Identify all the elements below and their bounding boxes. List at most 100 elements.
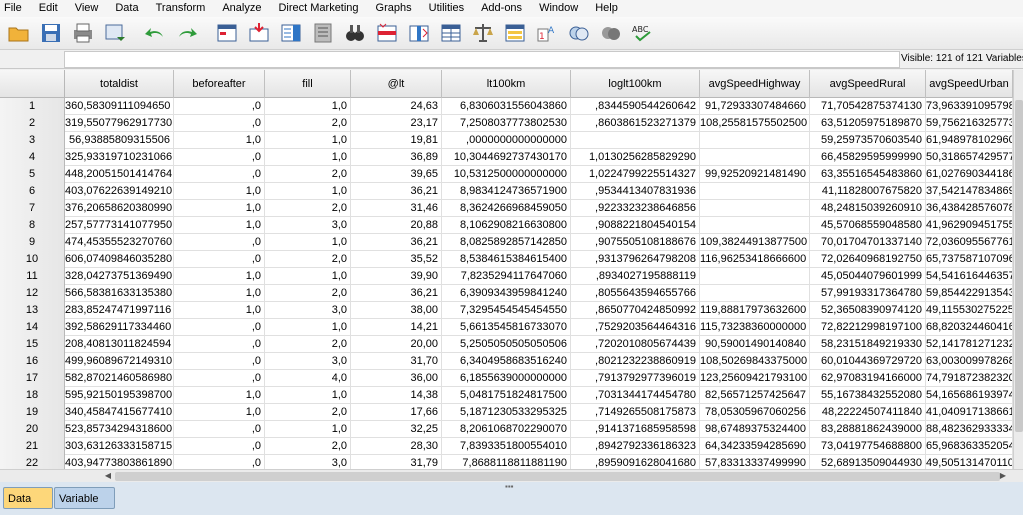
data-cell[interactable]: 2,0 [265, 404, 351, 421]
data-cell[interactable]: ,7031344174454780 [571, 387, 700, 404]
data-cell[interactable]: 403,94773803861890 [65, 455, 174, 469]
data-cell[interactable]: 52,36508390974120 [810, 302, 926, 319]
data-cell[interactable]: ,9223323238646856 [571, 200, 700, 217]
data-cell[interactable]: 448,20051501414764 [65, 166, 174, 183]
data-cell[interactable]: 39,65 [351, 166, 442, 183]
data-cell[interactable]: 72,82212998197100 [810, 319, 926, 336]
menu-analyze[interactable]: Analyze [220, 0, 261, 17]
open-folder-icon[interactable] [4, 19, 34, 47]
data-cell[interactable]: 63,35516545483860 [810, 166, 926, 183]
data-cell[interactable]: ,9088221804540154 [571, 217, 700, 234]
data-cell[interactable]: ,0 [174, 438, 265, 455]
row-number[interactable]: 3 [0, 132, 65, 149]
data-cell[interactable]: ,9313796264798208 [571, 251, 700, 268]
data-cell[interactable]: 325,93319710231066 [65, 149, 174, 166]
column-header-lt100km[interactable]: lt100km [442, 70, 571, 98]
data-cell[interactable]: 319,55077962917730 [65, 115, 174, 132]
column-header--lt[interactable]: @lt [351, 70, 442, 98]
data-cell[interactable]: ,8934027195888119 [571, 268, 700, 285]
data-cell[interactable]: 14,38 [351, 387, 442, 404]
tab-variable-view[interactable]: Variable View [54, 487, 115, 509]
data-cell[interactable]: 1,0130256285829290 [571, 149, 700, 166]
data-cell[interactable]: 19,81 [351, 132, 442, 149]
data-cell[interactable]: 3,0 [265, 302, 351, 319]
data-cell[interactable]: 5,1871230533295325 [442, 404, 571, 421]
row-number[interactable]: 8 [0, 217, 65, 234]
data-cell[interactable]: 109,38244913877500 [700, 234, 810, 251]
data-cell[interactable]: 116,96253418666600 [700, 251, 810, 268]
data-cell[interactable]: ,0 [174, 115, 265, 132]
data-cell[interactable]: 23,17 [351, 115, 442, 132]
data-cell[interactable]: ,8021232238860919 [571, 353, 700, 370]
row-number[interactable]: 6 [0, 183, 65, 200]
data-cell[interactable]: 2,0 [265, 251, 351, 268]
data-cell[interactable]: 1,0 [174, 217, 265, 234]
data-cell[interactable]: 1,0 [174, 285, 265, 302]
data-cell[interactable]: 36,89 [351, 149, 442, 166]
data-cell[interactable]: 78,05305967060256 [700, 404, 810, 421]
data-cell[interactable]: 1,0 [265, 234, 351, 251]
data-cell[interactable]: ,0 [174, 455, 265, 469]
show-all-variables-icon[interactable] [596, 19, 626, 47]
data-cell[interactable]: 392,58629117334460 [65, 319, 174, 336]
data-cell[interactable]: 1,0 [265, 319, 351, 336]
column-header-fill[interactable]: fill [265, 70, 351, 98]
data-cell[interactable]: 5,6613545816733070 [442, 319, 571, 336]
row-number[interactable]: 18 [0, 387, 65, 404]
data-cell[interactable]: ,0 [174, 319, 265, 336]
data-cell[interactable]: 32,25 [351, 421, 442, 438]
horizontal-scroll-thumb[interactable] [115, 472, 1000, 481]
data-cell[interactable] [700, 200, 810, 217]
recall-dialog-icon[interactable] [100, 19, 130, 47]
data-cell[interactable]: ,7529203564464316 [571, 319, 700, 336]
use-variable-sets-icon[interactable] [564, 19, 594, 47]
data-cell[interactable]: 37,542147834869 [926, 183, 1013, 200]
data-cell[interactable]: 72,02640968192750 [810, 251, 926, 268]
data-cell[interactable]: 14,21 [351, 319, 442, 336]
menu-view[interactable]: View [73, 0, 99, 17]
data-cell[interactable]: 8,2061068702290070 [442, 421, 571, 438]
goto-variable-icon[interactable] [244, 19, 274, 47]
menu-transform[interactable]: Transform [154, 0, 206, 17]
data-cell[interactable]: 41,962909451755 [926, 217, 1013, 234]
data-cell[interactable]: 4,0 [265, 370, 351, 387]
data-cell[interactable]: 2,0 [265, 166, 351, 183]
data-cell[interactable] [700, 183, 810, 200]
data-cell[interactable]: ,7202010805674439 [571, 336, 700, 353]
data-cell[interactable]: 499,96089672149310 [65, 353, 174, 370]
data-cell[interactable]: ,8942792336186323 [571, 438, 700, 455]
data-cell[interactable]: 523,85734294318600 [65, 421, 174, 438]
data-cell[interactable]: 39,90 [351, 268, 442, 285]
row-number[interactable]: 1 [0, 98, 65, 115]
row-number[interactable]: 4 [0, 149, 65, 166]
resize-grip-icon[interactable]: ▪▪▪ [505, 482, 514, 491]
data-cell[interactable]: 1,0 [174, 183, 265, 200]
row-number[interactable]: 15 [0, 336, 65, 353]
undo-icon[interactable] [140, 19, 170, 47]
data-cell[interactable]: 208,40813011824594 [65, 336, 174, 353]
menu-data[interactable]: Data [113, 0, 138, 17]
goto-case-icon[interactable] [212, 19, 242, 47]
data-cell[interactable]: ,8959091628041680 [571, 455, 700, 469]
data-cell[interactable]: 1,0 [174, 302, 265, 319]
data-cell[interactable] [700, 217, 810, 234]
data-cell[interactable]: 328,04273751369490 [65, 268, 174, 285]
data-cell[interactable]: 10,3044692737430170 [442, 149, 571, 166]
data-cell[interactable]: 41,040917138661 [926, 404, 1013, 421]
row-number[interactable]: 19 [0, 404, 65, 421]
data-cell[interactable]: 115,73238360000000 [700, 319, 810, 336]
find-icon[interactable] [340, 19, 370, 47]
column-header-totaldist[interactable]: totaldist [65, 70, 174, 98]
data-cell[interactable]: 1,0 [265, 387, 351, 404]
data-cell[interactable]: 1,0 [265, 98, 351, 115]
data-cell[interactable]: 8,9834124736571900 [442, 183, 571, 200]
data-cell[interactable]: ,0000000000000000 [442, 132, 571, 149]
data-cell[interactable]: ,0 [174, 370, 265, 387]
data-cell[interactable]: 2,0 [265, 115, 351, 132]
data-cell[interactable]: 7,8688118811881190 [442, 455, 571, 469]
data-cell[interactable]: 58,23151849219330 [810, 336, 926, 353]
data-cell[interactable]: 582,87021460586980 [65, 370, 174, 387]
column-header-avgspeedurban[interactable]: avgSpeedUrban [926, 70, 1013, 98]
data-cell[interactable]: 123,25609421793100 [700, 370, 810, 387]
data-cell[interactable]: 8,0825892857142850 [442, 234, 571, 251]
